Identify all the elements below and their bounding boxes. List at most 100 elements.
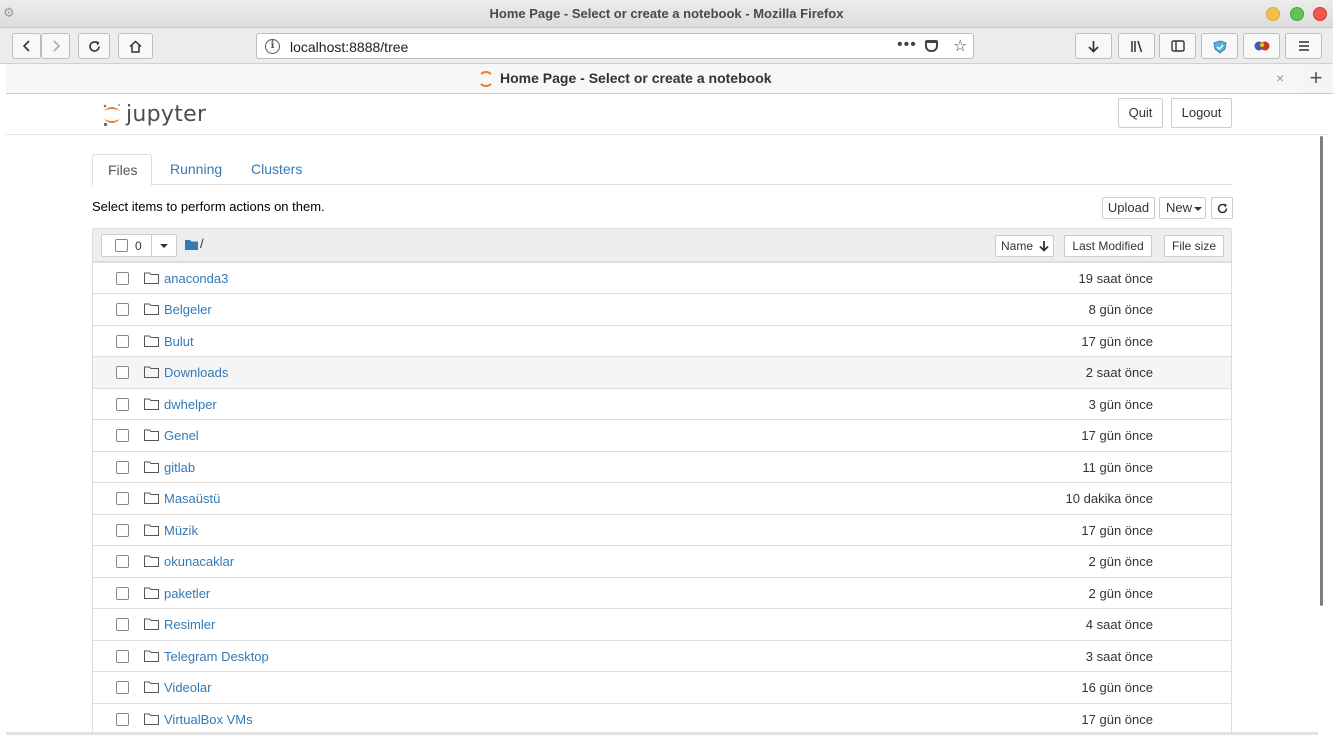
home-button[interactable] — [118, 33, 153, 59]
extension-shield-button[interactable] — [1201, 33, 1238, 59]
folder-icon — [144, 335, 159, 347]
reload-button[interactable] — [78, 33, 110, 59]
chevron-down-icon[interactable] — [160, 244, 168, 248]
sort-by-name-button[interactable]: Name — [995, 235, 1054, 257]
item-checkbox[interactable] — [116, 366, 129, 379]
window-title: Home Page - Select or create a notebook … — [489, 6, 844, 21]
item-checkbox[interactable] — [116, 681, 129, 694]
item-name-link[interactable]: anaconda3 — [164, 271, 228, 286]
logout-button[interactable]: Logout — [1171, 98, 1232, 128]
item-name-link[interactable]: gitlab — [164, 460, 195, 475]
folder-icon — [144, 429, 159, 441]
select-all-control[interactable]: 0 — [101, 234, 177, 257]
item-checkbox[interactable] — [116, 555, 129, 568]
url-bar[interactable]: i localhost:8888/tree ••• ☆ — [256, 33, 974, 59]
sidebar-button[interactable] — [1159, 33, 1196, 59]
window-titlebar: ⚙ Home Page - Select or create a noteboo… — [0, 0, 1333, 28]
list-item[interactable]: Resimler 4 saat önce — [93, 608, 1231, 640]
list-item[interactable]: Videolar 16 gün önce — [93, 671, 1231, 703]
tab-clusters[interactable]: Clusters — [236, 154, 317, 185]
hamburger-menu-icon — [1298, 41, 1309, 51]
list-item[interactable]: dwhelper 3 gün önce — [93, 388, 1231, 420]
item-checkbox[interactable] — [116, 272, 129, 285]
item-checkbox[interactable] — [116, 618, 129, 631]
sort-by-modified-button[interactable]: Last Modified — [1064, 235, 1152, 257]
item-checkbox[interactable] — [116, 524, 129, 537]
browser-tab-active[interactable]: Home Page - Select or create a notebook … — [6, 64, 1298, 93]
list-item[interactable]: Genel 17 gün önce — [93, 419, 1231, 451]
select-all-checkbox[interactable] — [115, 239, 128, 252]
item-name-link[interactable]: VirtualBox VMs — [164, 712, 253, 727]
item-checkbox[interactable] — [116, 303, 129, 316]
scrollbar-thumb[interactable] — [1320, 136, 1323, 606]
tab-close-icon[interactable]: × — [1276, 70, 1284, 86]
pocket-icon[interactable] — [925, 40, 938, 52]
new-button[interactable]: New — [1159, 197, 1206, 219]
extension-button[interactable] — [1243, 33, 1280, 59]
new-button-label: New — [1166, 200, 1193, 215]
sort-by-size-button[interactable]: File size — [1164, 235, 1224, 257]
sidebar-icon — [1170, 40, 1185, 52]
menu-button[interactable] — [1285, 33, 1322, 59]
close-window-button[interactable] — [1313, 7, 1327, 21]
bookmark-star-icon[interactable]: ☆ — [953, 36, 967, 56]
folder-icon — [144, 681, 159, 693]
jupyter-logo[interactable]: jupyter — [100, 98, 220, 132]
list-item[interactable]: anaconda3 19 saat önce — [93, 262, 1231, 294]
item-checkbox[interactable] — [116, 587, 129, 600]
list-item[interactable]: Telegram Desktop 3 saat önce — [93, 640, 1231, 672]
item-name-link[interactable]: Bulut — [164, 334, 194, 349]
item-name-link[interactable]: paketler — [164, 586, 210, 601]
item-checkbox[interactable] — [116, 335, 129, 348]
page-scrollbar[interactable] — [1318, 136, 1326, 606]
item-name-link[interactable]: Telegram Desktop — [164, 649, 269, 664]
breadcrumb-root[interactable]: / — [200, 236, 204, 251]
upload-button[interactable]: Upload — [1102, 197, 1155, 219]
item-checkbox[interactable] — [116, 429, 129, 442]
forward-button[interactable] — [41, 33, 70, 59]
quit-button[interactable]: Quit — [1118, 98, 1163, 128]
list-item[interactable]: okunacaklar 2 gün önce — [93, 545, 1231, 577]
list-item[interactable]: Belgeler 8 gün önce — [93, 293, 1231, 325]
item-name-link[interactable]: Genel — [164, 428, 199, 443]
url-text[interactable]: localhost:8888/tree — [290, 39, 408, 55]
item-name-link[interactable]: Videolar — [164, 680, 211, 695]
list-item[interactable]: Downloads 2 saat önce — [93, 356, 1231, 388]
downloads-button[interactable] — [1075, 33, 1112, 59]
item-name-link[interactable]: Müzik — [164, 523, 198, 538]
maximize-button[interactable] — [1290, 7, 1304, 21]
list-item[interactable]: Bulut 17 gün önce — [93, 325, 1231, 357]
tab-running[interactable]: Running — [155, 154, 237, 185]
back-button[interactable] — [12, 33, 41, 59]
item-checkbox[interactable] — [116, 492, 129, 505]
item-checkbox[interactable] — [116, 650, 129, 663]
page-actions-icon[interactable]: ••• — [897, 36, 917, 54]
folder-icon — [144, 587, 159, 599]
item-name-link[interactable]: Masaüstü — [164, 491, 220, 506]
list-item[interactable]: gitlab 11 gün önce — [93, 451, 1231, 483]
item-name-link[interactable]: dwhelper — [164, 397, 217, 412]
library-button[interactable] — [1118, 33, 1155, 59]
item-modified: 16 gün önce — [1081, 680, 1153, 695]
new-tab-button[interactable]: + — [1302, 66, 1330, 92]
item-name-link[interactable]: Belgeler — [164, 302, 212, 317]
list-item[interactable]: paketler 2 gün önce — [93, 577, 1231, 609]
refresh-button[interactable] — [1211, 197, 1233, 219]
library-icon — [1130, 40, 1142, 53]
tab-files[interactable]: Files — [92, 154, 152, 186]
minimize-button[interactable] — [1266, 7, 1280, 21]
item-name-link[interactable]: okunacaklar — [164, 554, 234, 569]
item-name-link[interactable]: Resimler — [164, 617, 215, 632]
item-checkbox[interactable] — [116, 713, 129, 726]
file-list: 0 / Name Last Modified File size anacond… — [92, 228, 1232, 735]
shield-icon — [1212, 40, 1227, 54]
list-item[interactable]: VirtualBox VMs 17 gün önce — [93, 703, 1231, 735]
info-icon[interactable]: i — [265, 39, 280, 54]
item-checkbox[interactable] — [116, 461, 129, 474]
list-item[interactable]: Müzik 17 gün önce — [93, 514, 1231, 546]
folder-icon — [144, 713, 159, 725]
item-name-link[interactable]: Downloads — [164, 365, 228, 380]
item-modified: 3 saat önce — [1085, 649, 1153, 664]
list-item[interactable]: Masaüstü 10 dakika önce — [93, 482, 1231, 514]
item-checkbox[interactable] — [116, 398, 129, 411]
